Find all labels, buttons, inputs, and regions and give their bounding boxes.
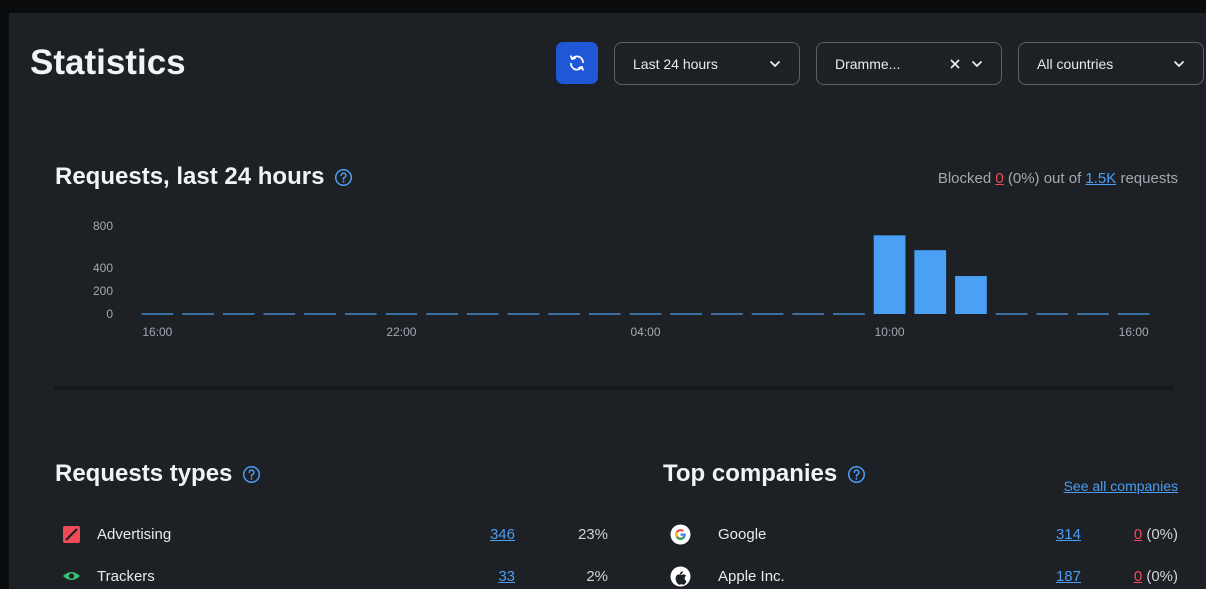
company-count[interactable]: 314 [1003, 526, 1081, 543]
chart-bar[interactable] [955, 276, 987, 314]
request-type-name: Advertising [97, 525, 172, 543]
chart-bar[interactable] [1036, 313, 1069, 315]
requests-summary: Blocked 0 (0%) out of 1.5K requests [938, 170, 1178, 187]
chart-bar[interactable] [629, 313, 662, 315]
summary-suffix: requests [1120, 170, 1178, 187]
chart-bar[interactable] [670, 313, 703, 315]
chart-bar[interactable] [344, 313, 377, 315]
help-icon[interactable] [242, 465, 261, 484]
chart-bar[interactable] [792, 313, 825, 315]
y-tick-label: 400 [93, 261, 113, 275]
list-item[interactable]: Advertising 346 23% [55, 519, 608, 549]
x-tick-label: 16:00 [142, 325, 172, 339]
company-blocked-count[interactable]: 0 [1134, 568, 1142, 585]
chart-bar[interactable] [466, 313, 499, 315]
period-select[interactable]: Last 24 hours [614, 42, 800, 85]
chart-bar[interactable] [588, 313, 621, 315]
top-companies-title: Top companies [663, 460, 866, 488]
google-icon [670, 524, 691, 545]
section-divider [54, 386, 1174, 390]
chart-bar[interactable] [710, 313, 743, 315]
chart-bar[interactable] [751, 313, 784, 315]
request-type-count[interactable]: 33 [435, 568, 515, 585]
y-tick-label: 800 [93, 219, 113, 233]
request-types-title: Requests types [55, 460, 261, 488]
x-tick-label: 22:00 [386, 325, 416, 339]
device-select[interactable]: Dramme... [816, 42, 1002, 85]
chart-bar[interactable] [182, 313, 214, 315]
clear-icon[interactable] [949, 58, 961, 70]
company-name: Apple Inc. [718, 567, 785, 585]
statistics-page: Statistics Last 24 hours Dramme... All c… [9, 13, 1206, 589]
top-companies-title-text: Top companies [663, 460, 838, 487]
help-icon[interactable] [847, 465, 866, 484]
chart-bar[interactable] [263, 313, 296, 315]
company-blocked: 0 (0%) [1093, 526, 1178, 543]
chevron-down-icon [1174, 60, 1184, 67]
chart-bar[interactable] [548, 313, 581, 315]
y-tick-label: 0 [106, 307, 113, 321]
chart-bar[interactable] [833, 313, 865, 315]
chart-bar[interactable] [995, 313, 1028, 315]
requests-section-title: Requests, last 24 hours [55, 163, 353, 191]
x-tick-label: 16:00 [1119, 325, 1149, 339]
total-requests-link[interactable]: 1.5K [1085, 170, 1116, 187]
list-item[interactable]: Trackers 33 2% [55, 561, 608, 589]
chart-bar[interactable] [426, 313, 458, 315]
company-count[interactable]: 187 [1003, 568, 1081, 585]
page-title: Statistics [30, 43, 186, 82]
request-type-pct: 2% [586, 567, 608, 585]
summary-blocked-pct: (0%) out of [1007, 170, 1082, 187]
country-select[interactable]: All countries [1018, 42, 1204, 85]
chart-bar[interactable] [914, 250, 947, 314]
requests-title-text: Requests, last 24 hours [55, 163, 325, 190]
see-all-companies-link[interactable]: See all companies [1064, 478, 1178, 494]
chevron-down-icon [972, 60, 982, 67]
company-blocked: 0 (0%) [1093, 568, 1178, 585]
chart-bar[interactable] [1077, 313, 1109, 315]
refresh-button[interactable] [556, 42, 598, 84]
blocked-count-link[interactable]: 0 [995, 170, 1003, 187]
x-tick-label: 04:00 [630, 325, 660, 339]
advertising-icon [63, 526, 80, 543]
company-name: Google [718, 525, 767, 543]
chart-bar[interactable] [385, 313, 418, 315]
refresh-icon [570, 55, 584, 71]
chart-bar[interactable] [1117, 313, 1150, 315]
requests-chart: 800 400 200 0 16:00 22:00 04:00 10:00 16:00 [93, 219, 1150, 339]
country-select-label: All countries [1037, 55, 1114, 72]
chart-bar[interactable] [222, 313, 255, 315]
list-item[interactable]: Google 314 0 (0%) [663, 519, 1178, 549]
apple-icon [670, 566, 691, 587]
x-tick-label: 10:00 [875, 325, 905, 339]
request-types-title-text: Requests types [55, 460, 233, 487]
company-blocked-count[interactable]: 0 [1134, 526, 1142, 543]
device-select-label: Dramme... [835, 55, 901, 72]
chevron-down-icon [770, 60, 780, 67]
period-select-label: Last 24 hours [633, 55, 718, 72]
chart-bar[interactable] [304, 313, 336, 315]
request-type-pct: 23% [577, 525, 608, 543]
help-icon[interactable] [334, 168, 353, 187]
request-type-count[interactable]: 346 [435, 526, 515, 543]
chart-bar[interactable] [873, 235, 906, 314]
request-type-name: Trackers [97, 567, 155, 585]
chart-bar[interactable] [141, 313, 174, 315]
trackers-eye-icon [63, 572, 80, 580]
list-item[interactable]: Apple Inc. 187 0 (0%) [663, 561, 1178, 589]
y-tick-label: 200 [93, 284, 113, 298]
company-blocked-pct: (0%) [1146, 567, 1178, 585]
chart-bar[interactable] [507, 313, 540, 315]
company-blocked-pct: (0%) [1146, 525, 1178, 543]
summary-prefix: Blocked [937, 170, 992, 187]
